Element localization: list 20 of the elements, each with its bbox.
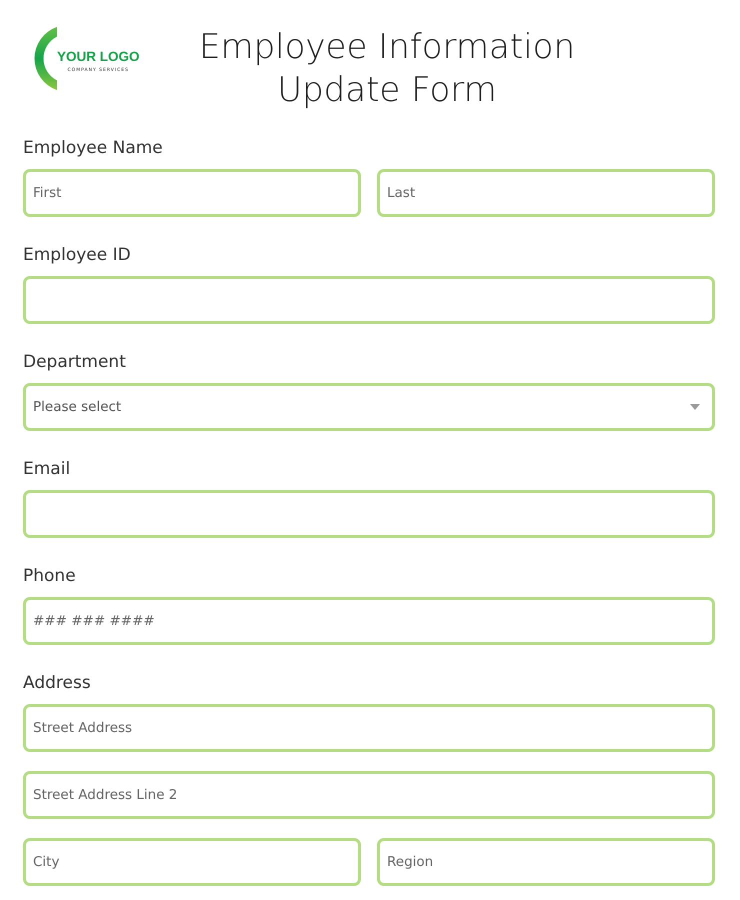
input-field[interactable]: Region: [377, 838, 715, 886]
logo-text: YOUR LOGO: [57, 49, 140, 65]
input-field[interactable]: Last: [377, 169, 715, 217]
caret-icon: [690, 404, 700, 410]
field-label: Department: [23, 351, 127, 373]
input-field[interactable]: Street Address: [23, 704, 715, 752]
input-field[interactable]: ### ### ####: [23, 597, 715, 645]
input-field[interactable]: [23, 276, 715, 324]
field-label: Address: [23, 672, 92, 694]
field-label: Email: [23, 458, 72, 480]
input-field[interactable]: First: [23, 169, 361, 217]
field-label: Employee ID: [23, 244, 132, 266]
field-label: Phone: [23, 565, 77, 587]
input-field[interactable]: Street Address Line 2: [23, 771, 715, 819]
logo-arc-icon: [33, 25, 57, 92]
field-label: Employee Name: [23, 137, 164, 159]
input-field[interactable]: [23, 490, 715, 538]
form-title: Employee Information Update Form: [198, 26, 576, 112]
select-field[interactable]: Please select: [23, 383, 715, 431]
input-field[interactable]: City: [23, 838, 361, 886]
